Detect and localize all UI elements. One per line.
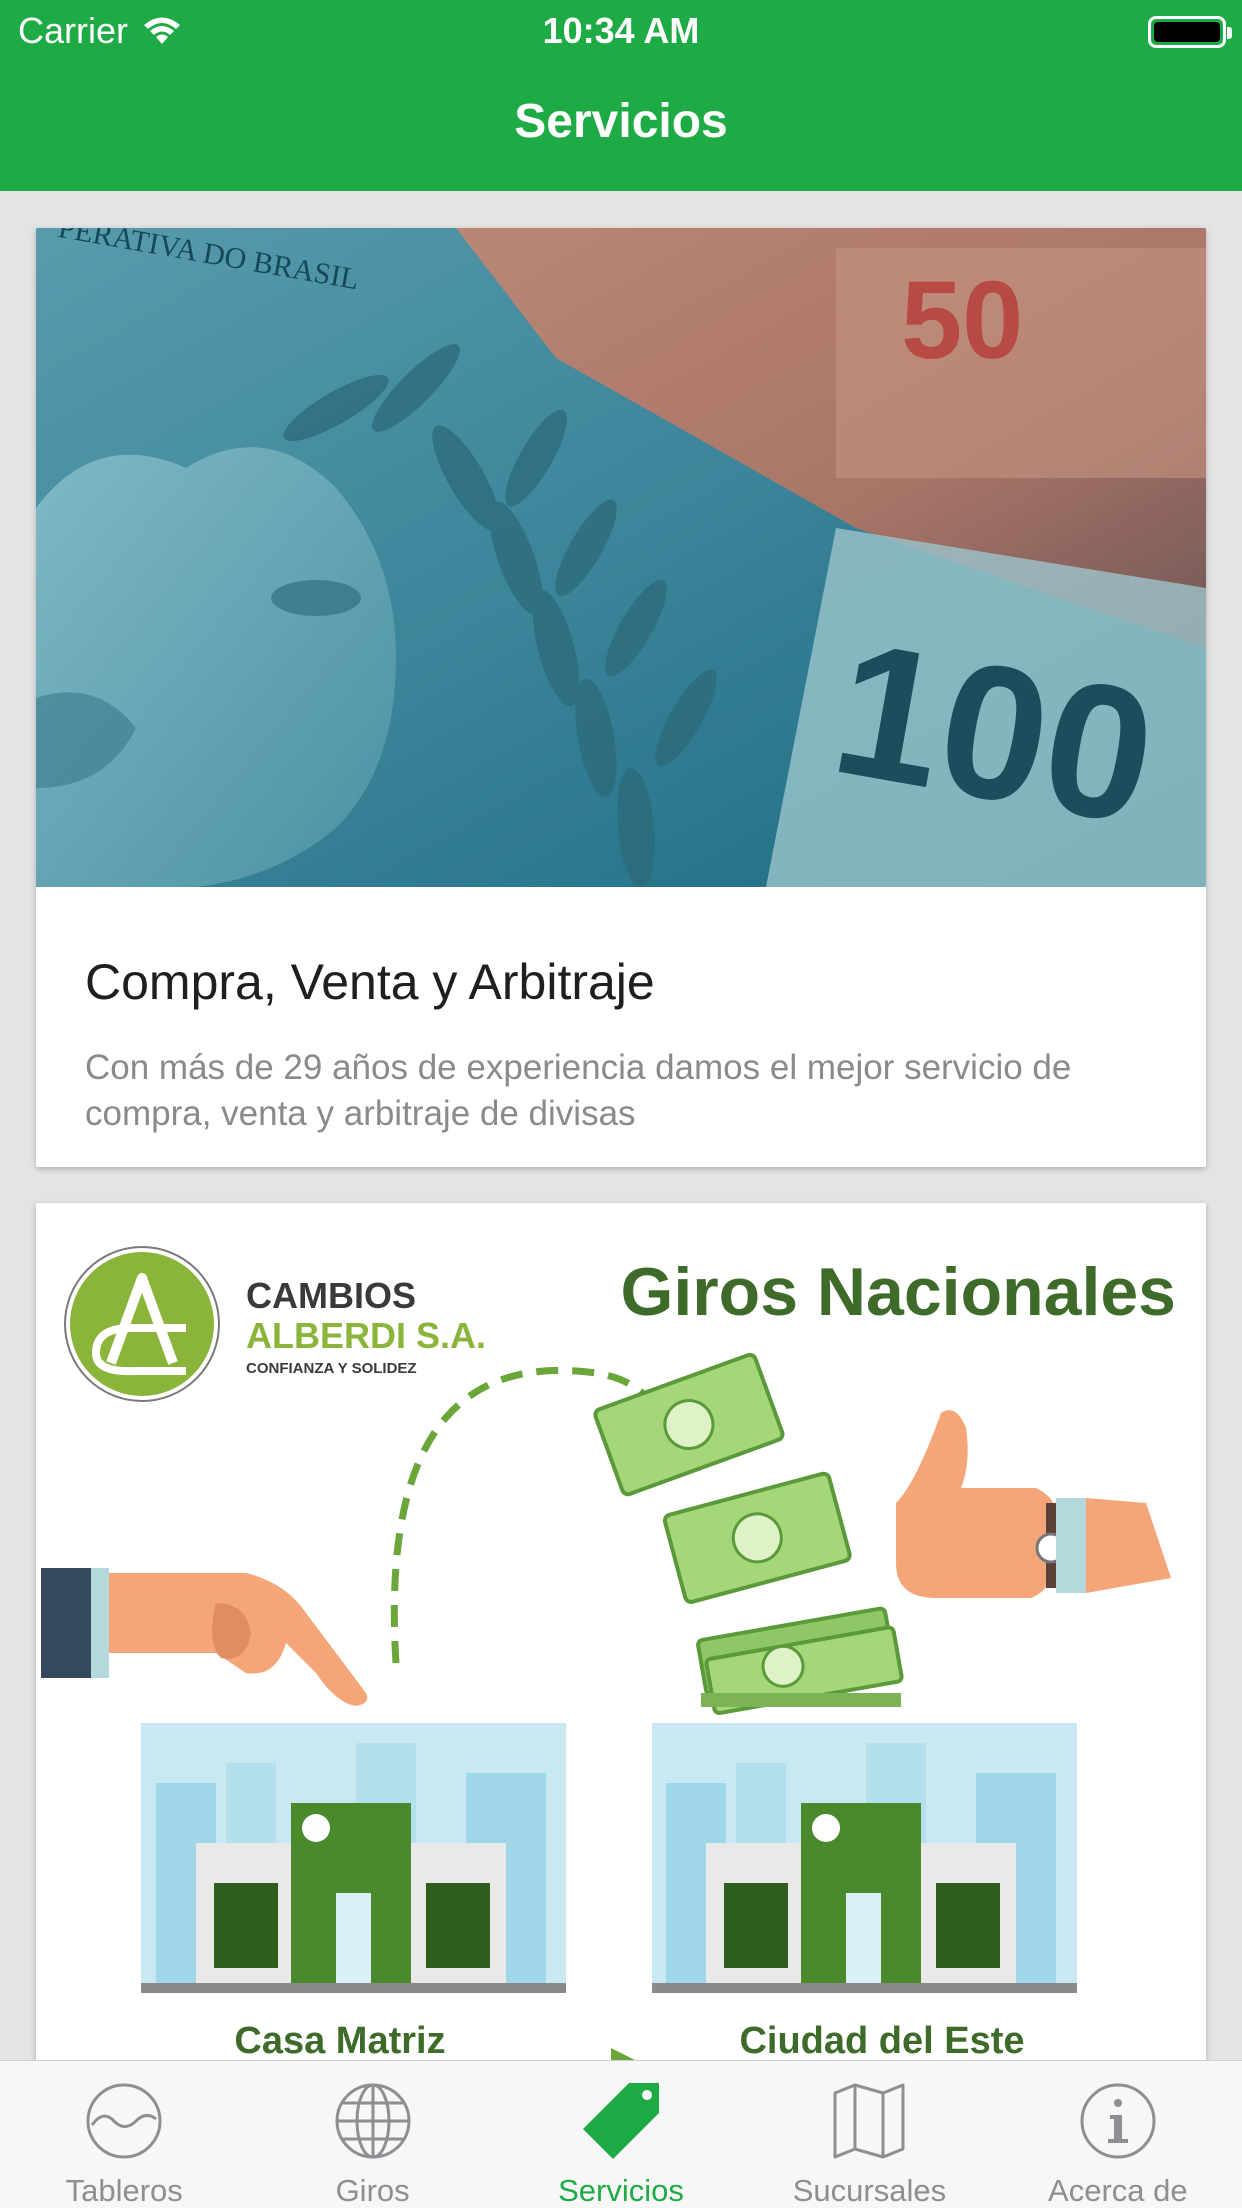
tab-giros[interactable]: Giros (248, 2061, 496, 2208)
alberdi-logo-icon (64, 1246, 220, 1402)
brand-name-line2: ALBERDI S.A. (246, 1315, 486, 1356)
brand-tagline: CONFIANZA Y SOLIDEZ (246, 1360, 417, 1377)
pointing-hand-icon (41, 1568, 368, 1706)
thumbs-up-icon (896, 1410, 1171, 1598)
tab-sucursales[interactable]: Sucursales (745, 2061, 993, 2208)
tab-bar: Tableros Giros Servicios Sucursales Acer… (0, 2060, 1242, 2208)
tab-acerca-de[interactable]: Acerca de (994, 2061, 1242, 2208)
battery-icon (1148, 16, 1232, 48)
giros-heading: Giros Nacionales (620, 1254, 1176, 1330)
banknote-image: 50 100 PERATIVA DO BRASIL (36, 228, 1206, 887)
brand-name-line1: CAMBIOS (246, 1275, 416, 1316)
map-icon (833, 2083, 905, 2159)
service-card-body: Compra, Venta y Arbitraje Con más de 29 … (36, 887, 1206, 1167)
building-ciudad-del-este (652, 1723, 1077, 1993)
tab-label: Tableros (65, 2173, 183, 2208)
building-casa-matriz (141, 1723, 566, 1993)
tab-label: Giros (335, 2173, 410, 2208)
page-title: Servicios (514, 95, 728, 148)
banknotes-icon (593, 1352, 904, 1716)
wave-circle-icon (86, 2083, 162, 2159)
service-card-exchange[interactable]: 50 100 PERATIVA DO BRASIL Compra, Venta … (36, 228, 1206, 1167)
globe-icon (335, 2083, 411, 2159)
navigation-header: Carrier 10:34 AM Servicios (0, 0, 1242, 191)
services-list[interactable]: 50 100 PERATIVA DO BRASIL Compra, Venta … (0, 191, 1242, 2060)
tab-label: Servicios (558, 2173, 684, 2208)
service-title: Compra, Venta y Arbitraje (85, 954, 655, 1010)
giros-nacionales-image: CAMBIOS ALBERDI S.A. CONFIANZA Y SOLIDEZ… (36, 1203, 1206, 2060)
service-description: Con más de 29 años de experiencia damos … (85, 1048, 1072, 1133)
tab-servicios[interactable]: Servicios (497, 2061, 745, 2208)
status-bar: Carrier 10:34 AM (0, 0, 1242, 60)
tab-label: Sucursales (792, 2173, 947, 2208)
tag-icon (583, 2083, 660, 2159)
status-time: 10:34 AM (542, 10, 700, 51)
tab-tableros[interactable]: Tableros (0, 2061, 248, 2208)
service-card-transfers[interactable]: CAMBIOS ALBERDI S.A. CONFIANZA Y SOLIDEZ… (36, 1203, 1206, 2060)
tab-label: Acerca de (1048, 2173, 1188, 2208)
ciudad-del-este-label: Ciudad del Este (739, 2020, 1024, 2060)
casa-matriz-label: Casa Matriz (234, 2020, 445, 2060)
info-icon (1080, 2083, 1156, 2159)
